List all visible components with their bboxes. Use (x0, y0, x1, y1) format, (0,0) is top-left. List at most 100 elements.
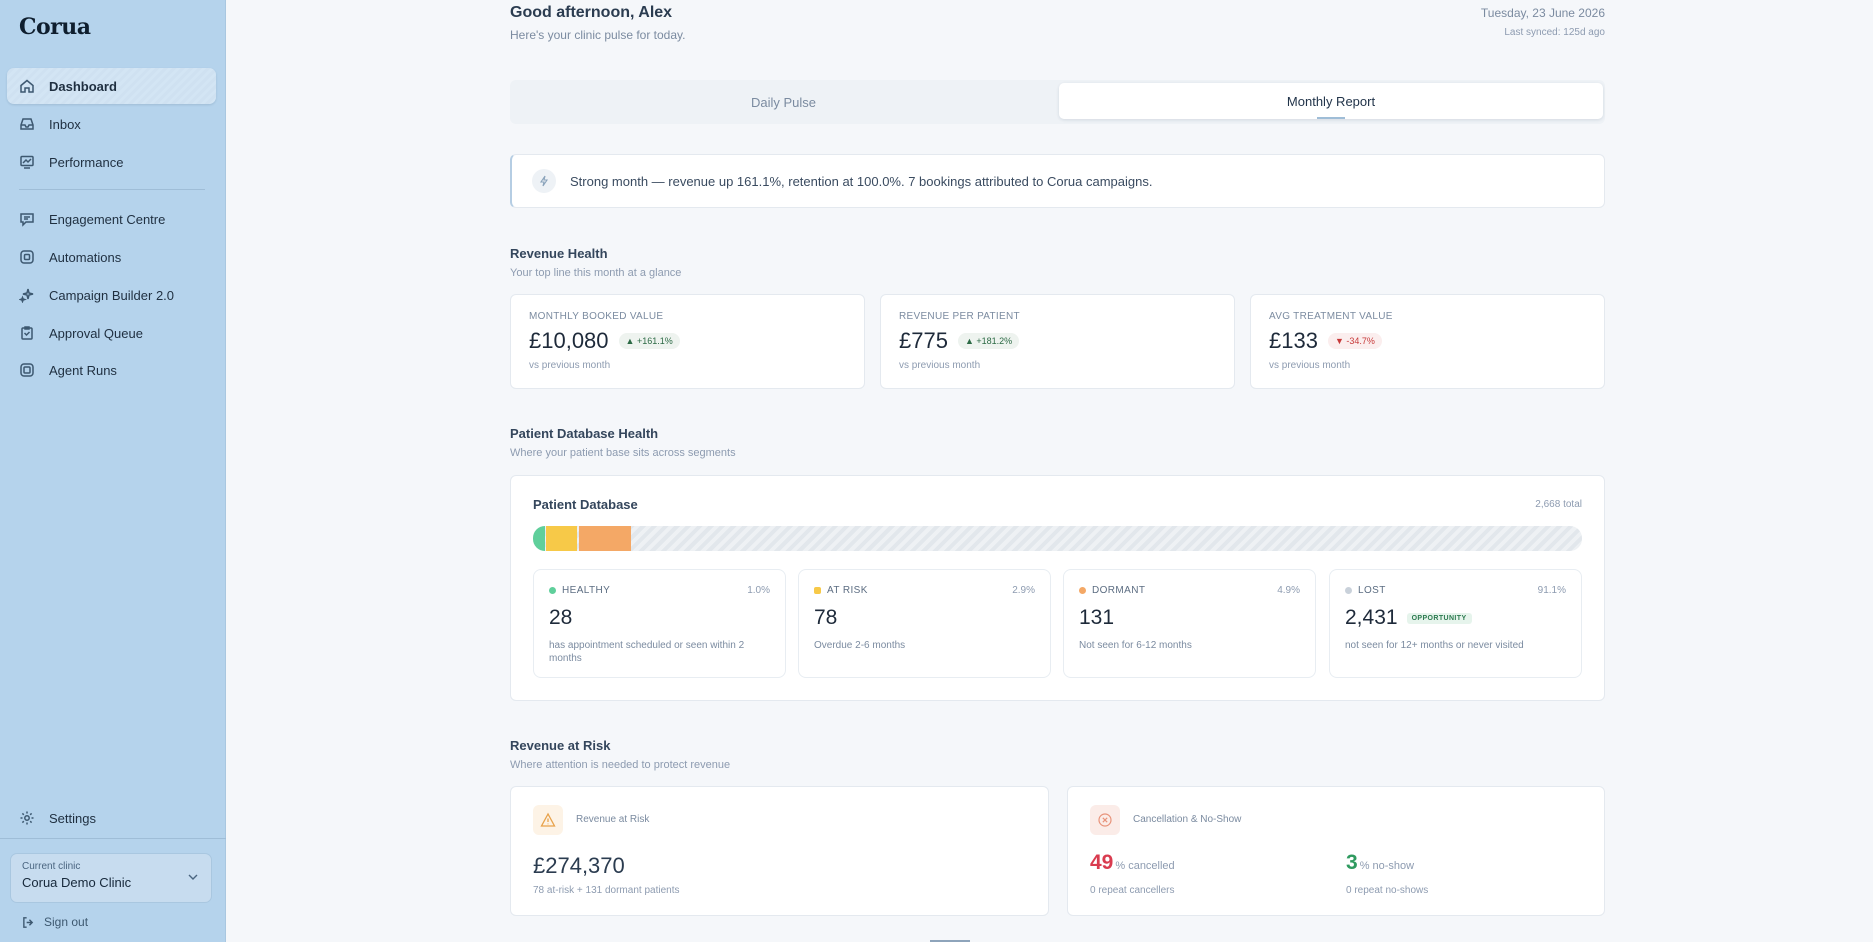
segment-bar-healthy (533, 526, 545, 551)
kpi-comparison: vs previous month (899, 360, 981, 371)
gear-icon (19, 810, 35, 826)
sign-out-icon (23, 916, 34, 928)
section-title-revenue-at-risk: Revenue at Risk (510, 738, 611, 753)
chat-icon (19, 211, 35, 227)
sidebar-item-label: Campaign Builder 2.0 (49, 287, 175, 303)
kpi-value: £133 (1269, 328, 1318, 353)
sidebar-item-campaign-builder[interactable]: Campaign Builder 2.0 (7, 277, 216, 313)
sidebar-item-performance[interactable]: Performance (7, 144, 216, 180)
opportunity-badge: OPPORTUNITY (1406, 612, 1472, 624)
section-subtitle-revenue-health: Your top line this month at a glance (510, 267, 682, 279)
segment-name: DORMANT (1092, 585, 1146, 596)
segment-description: has appointment scheduled or seen within… (549, 640, 745, 664)
segment-percent: 4.9% (1277, 585, 1300, 596)
sidebar-item-agent-runs[interactable]: Agent Runs (7, 352, 216, 388)
clipboard-icon (19, 325, 35, 341)
sidebar-item-label: Engagement Centre (49, 211, 166, 227)
sidebar-item-label: Approval Queue (49, 325, 143, 341)
sidebar-item-automations[interactable]: Automations (7, 239, 216, 275)
sidebar-item-settings[interactable]: Settings (7, 800, 216, 836)
sidebar-item-approval-queue[interactable]: Approval Queue (7, 315, 216, 351)
sidebar-item-engagement-centre[interactable]: Engagement Centre (7, 201, 216, 237)
kpi-change-badge: ▲ +181.2% (957, 333, 1020, 349)
section-title-revenue-health: Revenue Health (510, 246, 608, 261)
last-synced: Last synced: 125d ago (1504, 27, 1605, 38)
agent-icon (19, 362, 35, 378)
chevron-down-icon (188, 874, 198, 880)
segment-distribution-bar (533, 526, 1582, 551)
summary-banner: Strong month — revenue up 161.1%, retent… (510, 154, 1605, 208)
sidebar-item-label: Settings (49, 810, 96, 826)
sidebar-item-label: Agent Runs (49, 362, 117, 378)
segment-name: HEALTHY (562, 585, 611, 596)
sidebar-divider (19, 189, 205, 190)
status-dot (549, 587, 556, 594)
tab-monthly-report[interactable]: Monthly Report (1059, 83, 1603, 119)
sidebar-item-dashboard[interactable]: Dashboard (7, 68, 216, 104)
chart-icon (19, 154, 35, 170)
segment-bar-at-risk (546, 526, 577, 551)
segment-count: 2,431 (1345, 606, 1398, 629)
revenue-at-risk-value: £274,370 (533, 853, 625, 878)
segment-description: not seen for 12+ months or never visited (1345, 640, 1524, 651)
kpi-value: £775 (899, 328, 948, 353)
segment-card-at-risk[interactable]: AT RISK 2.9% 78 Overdue 2-6 months (798, 569, 1051, 678)
segment-bar-dormant (579, 526, 631, 551)
noshow-stat: 3 % no-show (1346, 851, 1414, 875)
patient-database-total: 2,668 total (1535, 499, 1582, 510)
status-dot (814, 587, 821, 594)
kpi-card-monthly-booked-value: Monthly Booked Value £10,080 ▲ +161.1% v… (510, 294, 865, 389)
section-subtitle-revenue-at-risk: Where attention is needed to protect rev… (510, 759, 731, 771)
sidebar-item-label: Inbox (49, 116, 81, 132)
sign-out-label: Sign out (44, 915, 89, 929)
kpi-comparison: vs previous month (1269, 360, 1351, 371)
segment-percent: 2.9% (1012, 585, 1035, 596)
cancel-circle-icon (1090, 805, 1120, 835)
kpi-card-revenue-per-patient: Revenue Per Patient £775 ▲ +181.2% vs pr… (880, 294, 1235, 389)
app-logo[interactable]: Corua (19, 14, 91, 40)
segment-percent: 91.1% (1537, 585, 1566, 596)
clinic-selector-label: Current clinic (22, 861, 81, 872)
segment-name: AT RISK (827, 585, 868, 596)
sign-out-button[interactable]: Sign out (22, 915, 88, 929)
sparkle-icon (19, 287, 35, 303)
segment-description: Overdue 2-6 months (814, 640, 906, 651)
segment-card-lost[interactable]: LOST 91.1% 2,431 OPPORTUNITY not seen for … (1329, 569, 1582, 678)
report-tabs: Daily Pulse Monthly Report (510, 80, 1605, 124)
segment-card-dormant[interactable]: DORMANT 4.9% 131 Not seen for 6-12 months (1063, 569, 1316, 678)
kpi-value: £10,080 (529, 328, 609, 353)
automation-icon (19, 249, 35, 265)
segment-percent: 1.0% (747, 585, 770, 596)
kpi-change-badge: ▲ +161.1% (618, 333, 680, 349)
segment-description: Not seen for 6-12 months (1079, 640, 1192, 651)
clinic-selector-value: Corua Demo Clinic (22, 875, 132, 890)
noshow-value: 3 (1346, 851, 1358, 874)
sidebar: Corua Dashboard Inbox Performance Engage… (0, 0, 226, 942)
home-icon (19, 78, 35, 94)
patient-database-title: Patient Database (533, 497, 638, 512)
cancelled-value: 49 (1090, 851, 1114, 874)
kpi-change-badge: ▼ -34.7% (1327, 333, 1382, 349)
current-date: Tuesday, 23 June 2026 (1480, 6, 1605, 20)
section-subtitle-patient-database: Where your patient base sits across segm… (510, 447, 736, 459)
kpi-card-avg-treatment-value: Avg Treatment Value £133 ▼ -34.7% vs pre… (1250, 294, 1605, 389)
page-title: Good afternoon, Alex (510, 4, 673, 21)
kpi-label: Revenue Per Patient (899, 311, 1020, 322)
sidebar-divider (0, 838, 226, 839)
clinic-selector[interactable]: Current clinic Corua Demo Clinic (10, 853, 212, 903)
revenue-at-risk-card: Revenue at Risk £274,370 78 at-risk + 13… (510, 786, 1049, 916)
sidebar-item-label: Automations (49, 249, 122, 265)
segment-card-healthy[interactable]: HEALTHY 1.0% 28 has appointment scheduled… (533, 569, 786, 678)
cancellation-card-label: Cancellation & No-Show (1133, 814, 1242, 825)
section-title-patient-database: Patient Database Health (510, 426, 659, 441)
kpi-label: Avg Treatment Value (1269, 311, 1393, 322)
page-subtitle: Here's your clinic pulse for today. (510, 28, 686, 42)
cancelled-unit: % cancelled (1115, 860, 1175, 872)
segment-name: LOST (1358, 585, 1386, 596)
repeat-cancellers: 0 repeat cancellers (1090, 885, 1175, 896)
risk-card-label: Revenue at Risk (576, 814, 650, 825)
repeat-noshows: 0 repeat no-shows (1346, 885, 1429, 896)
sidebar-item-inbox[interactable]: Inbox (7, 106, 216, 142)
segment-count: 78 (814, 606, 838, 629)
tab-daily-pulse[interactable]: Daily Pulse (510, 80, 1057, 124)
